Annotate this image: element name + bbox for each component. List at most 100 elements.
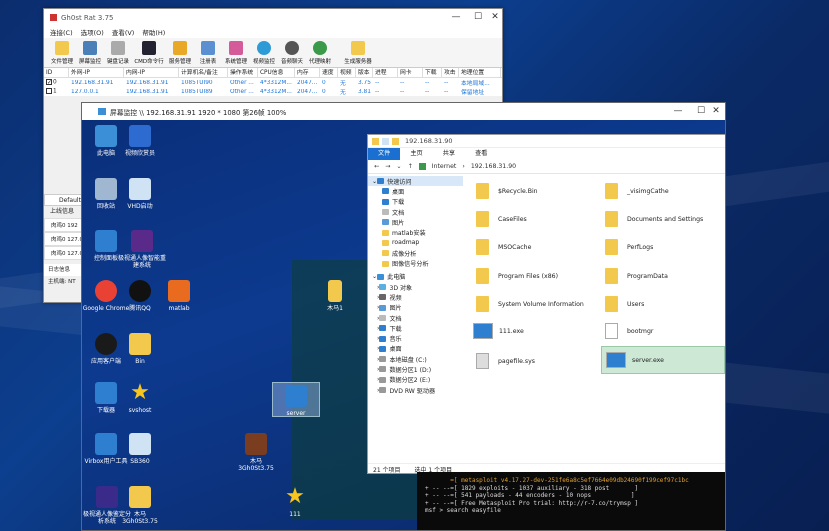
desktop-icon-trojan1[interactable]: 木马1 <box>311 280 359 312</box>
desktop-icon-server[interactable]: server <box>272 382 320 417</box>
nav-item[interactable]: › 数据分区2 (E:) <box>368 375 463 385</box>
nav-item[interactable]: › 视频 <box>368 292 463 302</box>
col-process[interactable]: 进程 <box>373 67 398 78</box>
col-speed[interactable]: 速度 <box>320 67 338 78</box>
address-bar[interactable]: ← → ⌄ ↑ Internet › 192.168.31.90 <box>368 160 725 174</box>
cmd-button[interactable]: CMD命令行 <box>132 38 166 67</box>
desktop-icon-111[interactable]: ★ 111 <box>271 486 319 519</box>
menu-connect[interactable]: 连接(C) <box>50 27 73 37</box>
system-manager-button[interactable]: 系统管理 <box>222 38 250 67</box>
desktop-icon-rebuild-system[interactable]: 极视通人像智能重建系统 <box>116 230 168 269</box>
nav-item[interactable]: matlab安装 <box>368 227 463 237</box>
forward-icon[interactable]: → <box>385 163 390 170</box>
col-nic[interactable]: 网卡 <box>398 67 423 78</box>
file-item[interactable]: $Recycle.Bin <box>476 183 538 199</box>
nav-item[interactable]: 成像分析 <box>368 248 463 258</box>
row-checkbox[interactable]: ✓ <box>46 79 52 86</box>
nav-item[interactable]: roadmap <box>368 238 463 248</box>
nav-item[interactable]: › 音乐 <box>368 333 463 343</box>
menu-view[interactable]: 查看(V) <box>112 27 135 37</box>
file-manager-button[interactable]: 文件管理 <box>48 38 76 67</box>
tab-share[interactable]: 共享 <box>433 148 465 160</box>
menu-help[interactable]: 帮助(H) <box>142 27 165 37</box>
file-item[interactable]: MSOCache <box>476 239 531 255</box>
file-item-selected[interactable]: server.exe <box>601 346 725 374</box>
col-computer-name[interactable]: 计算机名/备注 <box>179 67 228 78</box>
nav-item[interactable]: › 本地磁盘 (C:) <box>368 354 463 364</box>
nav-item[interactable]: › 数据分区1 (D:) <box>368 364 463 374</box>
nav-item[interactable]: › DVD RW 驱动器 <box>368 385 463 395</box>
nav-item[interactable]: 下载 <box>368 197 463 207</box>
back-icon[interactable]: ← <box>374 163 379 170</box>
tab-log[interactable]: 日志信息 <box>44 264 84 276</box>
file-item[interactable]: bootmgr <box>605 323 653 339</box>
nav-item[interactable]: 桌面 <box>368 186 463 196</box>
desktop-icon-trojan-folder[interactable]: 木马 3Gh0St3.75 <box>116 486 164 525</box>
table-row[interactable]: 1 127.0.0.1 192.168.31.91 1085TUI89 Othe… <box>44 87 502 96</box>
desktop-icon-matlab[interactable]: matlab <box>155 280 203 312</box>
table-row[interactable]: ✓0 192.168.31.91 192.168.31.91 1085TUI90… <box>44 78 502 87</box>
file-item[interactable]: Program Files (x86) <box>476 268 558 284</box>
screen-monitor-button[interactable]: 屏幕监控 <box>76 38 104 67</box>
desktop-icon-svshost[interactable]: ★ svshost <box>116 382 164 415</box>
terminal-prompt[interactable]: msf > search easyfile <box>425 507 719 515</box>
col-version[interactable]: 版本 <box>356 67 373 78</box>
up-icon[interactable]: ↑ <box>408 163 413 170</box>
file-item[interactable]: ProgramData <box>605 268 668 284</box>
build-server-button[interactable]: 生成服务器 <box>340 38 376 67</box>
row-checkbox[interactable] <box>46 88 52 95</box>
col-download[interactable]: 下载 <box>423 67 442 78</box>
nav-item[interactable]: › 图片 <box>368 303 463 313</box>
tab-view[interactable]: 查看 <box>465 148 497 160</box>
desktop-icon-bin[interactable]: Bin <box>116 333 164 365</box>
file-item[interactable]: _visimgCathe <box>605 183 669 199</box>
file-item[interactable]: pagefile.sys <box>476 353 535 369</box>
menu-options[interactable]: 选项(O) <box>81 27 104 37</box>
tab-file[interactable]: 文件 <box>368 148 401 160</box>
file-item[interactable]: Users <box>605 296 644 312</box>
col-lan-ip[interactable]: 内网-IP <box>124 67 179 78</box>
file-item[interactable]: CaseFiles <box>476 211 527 227</box>
breadcrumb-host[interactable]: 192.168.31.90 <box>471 163 516 170</box>
nav-item[interactable]: ⌄ 快速访问 <box>368 176 463 187</box>
proxy-map-button[interactable]: 代理映射 <box>306 38 334 67</box>
file-item[interactable]: System Volume Information <box>476 296 584 312</box>
nav-item[interactable]: › 下载 <box>368 323 463 333</box>
registry-button[interactable]: 注册表 <box>194 38 222 67</box>
nav-item[interactable]: 图片 <box>368 217 463 227</box>
close-icon[interactable]: ✕ <box>481 9 509 26</box>
tab-home[interactable]: 主页 <box>400 148 432 160</box>
desktop-icon-video[interactable]: 视频欣赏员 <box>116 125 164 157</box>
properties-icon[interactable] <box>382 137 389 145</box>
nav-item[interactable]: ⌄ 此电脑 <box>368 272 463 282</box>
audio-chat-button[interactable]: 音频聊天 <box>278 38 306 67</box>
nav-item[interactable]: 图像信号分析 <box>368 258 463 268</box>
service-manager-button[interactable]: 服务管理 <box>166 38 194 67</box>
chevron-down-icon[interactable]: ⌄ <box>396 163 401 170</box>
nav-item[interactable]: › 文档 <box>368 313 463 323</box>
col-wan-ip[interactable]: 外网-IP <box>69 67 124 78</box>
col-os[interactable]: 操作系统 <box>228 67 258 78</box>
nav-item[interactable]: › 3D 对象 <box>368 282 463 292</box>
col-video[interactable]: 视频 <box>338 67 356 78</box>
col-attack[interactable]: 攻击 <box>442 67 459 78</box>
new-folder-icon[interactable] <box>392 137 399 145</box>
file-item[interactable]: PerfLogs <box>605 239 653 255</box>
desktop-icon-trojan-archive[interactable]: 木马 3Gh0St3.75 <box>232 433 280 472</box>
msfconsole-terminal[interactable]: =[ metasploit v4.17.27-dev-251fe6a8c5ef7… <box>417 472 725 530</box>
keylogger-button[interactable]: 键盘记录 <box>104 38 132 67</box>
nav-item[interactable]: › 桌面 <box>368 344 463 354</box>
video-monitor-button[interactable]: 视频监控 <box>250 38 278 67</box>
file-item[interactable]: 111.exe <box>473 323 524 339</box>
nav-item[interactable]: 文档 <box>368 207 463 217</box>
breadcrumb-internet[interactable]: Internet <box>432 163 457 170</box>
col-memory[interactable]: 内存 <box>295 67 320 78</box>
desktop-icon-sb360[interactable]: SB360 <box>116 433 164 465</box>
remote-desktop-view[interactable]: 此电脑 视频欣赏员 回收站 VHD启动 控制面板 极视通人像智能重建系统 Goo… <box>82 120 725 530</box>
close-icon[interactable]: ✕ <box>702 103 725 120</box>
tab-default[interactable]: Default <box>44 194 84 206</box>
desktop-icon-vhd[interactable]: VHD启动 <box>116 178 164 210</box>
col-cpu[interactable]: CPU信息 <box>258 67 295 78</box>
col-location[interactable]: 地理位置 <box>459 67 501 78</box>
file-item[interactable]: Documents and Settings <box>605 211 703 227</box>
